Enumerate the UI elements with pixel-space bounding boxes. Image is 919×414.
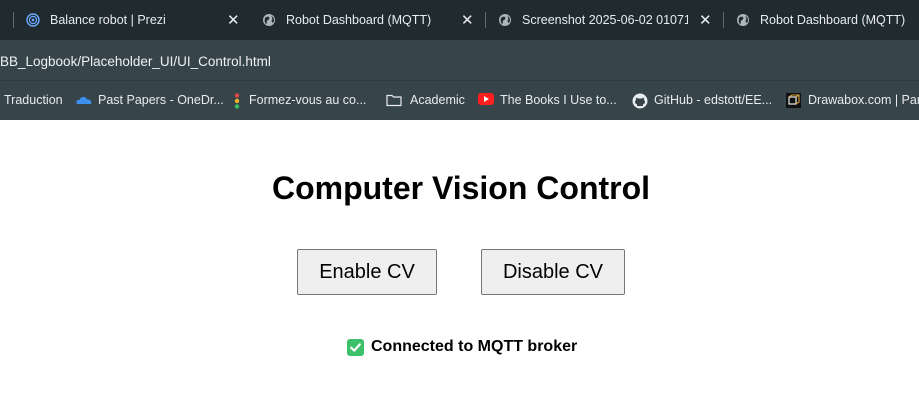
tab-title: Balance robot | Prezi <box>50 13 166 27</box>
bookmark-label: The Books I Use to... <box>500 93 617 107</box>
close-tab-icon[interactable]: ✕ <box>699 11 712 29</box>
tab-separator <box>723 12 724 28</box>
tab-screenshot[interactable]: Screenshot 2025-06-02 010714 ✕ <box>485 0 722 40</box>
tab-separator <box>485 12 486 28</box>
youtube-icon <box>478 93 494 107</box>
bookmark-label: Formez-vous au co... <box>249 93 367 107</box>
page-title: Computer Vision Control <box>271 170 651 206</box>
url-field[interactable]: BB_Logbook/Placeholder_UI/UI_Control.htm… <box>0 54 271 69</box>
drawabox-icon <box>786 93 802 108</box>
tab-robot-dashboard-2[interactable]: Robot Dashboard (MQTT) <box>723 0 919 40</box>
connection-status: Connected to MQTT broker <box>347 338 577 356</box>
onedrive-icon <box>76 93 92 107</box>
traffic-light-icon <box>233 93 243 109</box>
bookmark-github[interactable]: GitHub - edstott/EE... <box>632 93 773 109</box>
bookmark-drawabox[interactable]: Drawabox.com | Par... <box>786 93 919 108</box>
github-icon <box>632 93 648 109</box>
bookmark-traduction[interactable]: Traduction <box>4 93 63 107</box>
page-content: Computer Vision Control Enable CV Disabl… <box>0 120 919 414</box>
bookmarks-bar: Traduction Past Papers - OneDr... Formez… <box>0 80 919 120</box>
bookmark-label: Traduction <box>4 93 63 107</box>
bookmark-academic-folder[interactable]: Academic <box>386 93 465 107</box>
bookmark-past-papers[interactable]: Past Papers - OneDr... <box>76 93 224 107</box>
bookmark-label: Past Papers - OneDr... <box>98 93 224 107</box>
tab-balance-robot-prezi[interactable]: Balance robot | Prezi ✕ <box>13 0 244 40</box>
address-bar: BB_Logbook/Placeholder_UI/UI_Control.htm… <box>0 40 919 80</box>
bookmark-formez-vous[interactable]: Formez-vous au co... <box>233 93 367 109</box>
tab-strip: Balance robot | Prezi ✕ Robot Dashboard … <box>0 0 919 40</box>
enable-cv-button[interactable]: Enable CV <box>297 249 437 295</box>
tab-robot-dashboard-1[interactable]: Robot Dashboard (MQTT) ✕ <box>250 0 486 40</box>
tab-title: Screenshot 2025-06-02 010714 <box>522 13 688 27</box>
globe-icon <box>736 13 750 27</box>
status-text: Connected to MQTT broker <box>371 338 578 355</box>
folder-icon <box>386 93 402 107</box>
tab-title: Robot Dashboard (MQTT) <box>760 13 906 27</box>
close-tab-icon[interactable]: ✕ <box>227 11 240 29</box>
bookmark-label: Drawabox.com | Par... <box>808 93 919 107</box>
prezi-icon <box>26 13 40 27</box>
tab-title: Robot Dashboard (MQTT) <box>286 13 432 27</box>
disable-cv-button[interactable]: Disable CV <box>481 249 625 295</box>
tab-separator <box>13 12 14 28</box>
bookmark-the-books[interactable]: The Books I Use to... <box>478 93 617 107</box>
globe-icon <box>262 13 276 27</box>
check-mark-icon <box>347 338 364 356</box>
globe-icon <box>498 13 512 27</box>
bookmark-label: Academic <box>410 93 465 107</box>
close-tab-icon[interactable]: ✕ <box>461 11 474 29</box>
bookmark-label: GitHub - edstott/EE... <box>654 93 773 107</box>
